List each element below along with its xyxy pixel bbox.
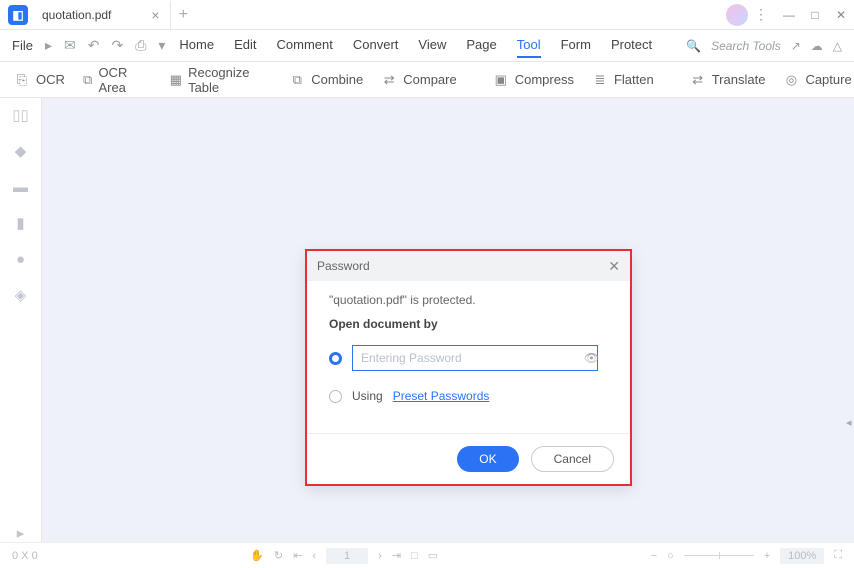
app-icon: ◧ xyxy=(8,5,28,25)
ribbon-tabs: Home Edit Comment Convert View Page Tool… xyxy=(179,33,652,58)
bookmark-icon[interactable]: ◆ xyxy=(12,142,30,160)
ribbon-tab-comment[interactable]: Comment xyxy=(277,33,333,58)
ocr-icon: ⎘ xyxy=(14,72,30,88)
document-tab[interactable]: quotation.pdf × xyxy=(36,1,171,29)
tool-compare[interactable]: ⇄Compare xyxy=(381,72,456,88)
preset-passwords-link[interactable]: Preset Passwords xyxy=(393,389,490,403)
print-dropdown-icon[interactable]: ▾ xyxy=(158,37,165,54)
tool-combine[interactable]: ⧉Combine xyxy=(289,72,363,88)
comment-panel-icon[interactable]: ▬ xyxy=(12,178,30,196)
fit-page-icon[interactable]: □ xyxy=(411,550,418,562)
password-input[interactable] xyxy=(352,345,598,371)
radio-enter-password[interactable] xyxy=(329,352,342,365)
combine-icon: ⧉ xyxy=(289,72,305,88)
layers-icon[interactable]: ◈ xyxy=(12,286,30,304)
dialog-title: Password xyxy=(317,259,370,273)
last-page-icon[interactable]: ⇥ xyxy=(392,549,401,562)
status-bar: 0 X 0 ✋ ↻ ⇤ ‹ 1 › ⇥ □ ▭ − ○ + 100% ⛶ xyxy=(0,542,854,568)
table-icon: ▦ xyxy=(170,72,182,88)
cancel-button[interactable]: Cancel xyxy=(531,446,614,472)
account-avatar[interactable] xyxy=(726,4,748,26)
rotate-icon[interactable]: ↻ xyxy=(274,549,283,562)
ribbon-tab-convert[interactable]: Convert xyxy=(353,33,399,58)
using-label: Using xyxy=(352,389,383,403)
capture-icon: ◎ xyxy=(783,72,799,88)
flatten-icon: ≣ xyxy=(592,72,608,88)
menubar: File ▸ ✉ ↶ ↷ ⎙ ▾ Home Edit Comment Conve… xyxy=(0,30,854,62)
ok-button[interactable]: OK xyxy=(457,446,518,472)
redo-icon[interactable]: ↷ xyxy=(111,37,123,54)
ribbon-tab-page[interactable]: Page xyxy=(466,33,496,58)
prev-page-icon[interactable]: ‹ xyxy=(312,550,316,562)
dialog-close-icon[interactable]: ✕ xyxy=(608,258,620,275)
share-icon[interactable]: ↗ xyxy=(791,39,801,53)
close-tab-icon[interactable]: × xyxy=(151,7,159,23)
next-page-icon[interactable]: › xyxy=(378,550,382,562)
tool-capture[interactable]: ◎Capture xyxy=(783,72,851,88)
page-number[interactable]: 1 xyxy=(326,548,368,564)
mail-icon[interactable]: ✉ xyxy=(64,37,76,54)
document-tab-title: quotation.pdf xyxy=(42,8,111,22)
dialog-message: "quotation.pdf" is protected. xyxy=(329,293,608,307)
zoom-controls: − ○ + 100% ⛶ xyxy=(651,548,842,564)
cursor-position: 0 X 0 xyxy=(12,550,38,562)
zoom-slider[interactable] xyxy=(684,555,754,556)
zoom-out-icon[interactable]: − xyxy=(651,550,657,562)
fit-width-icon[interactable]: ▭ xyxy=(428,549,438,562)
ribbon-tab-home[interactable]: Home xyxy=(179,33,214,58)
hand-tool-icon[interactable]: ✋ xyxy=(250,549,264,562)
search-tools-input[interactable]: Search Tools xyxy=(711,39,781,53)
zoom-reset-icon[interactable]: ○ xyxy=(667,550,674,562)
tool-flatten[interactable]: ≣Flatten xyxy=(592,72,654,88)
undo-icon[interactable]: ↶ xyxy=(88,37,100,54)
thumbnails-icon[interactable]: ▯▯ xyxy=(12,106,30,124)
ribbon-tab-edit[interactable]: Edit xyxy=(234,33,256,58)
ribbon-tab-form[interactable]: Form xyxy=(561,33,591,58)
save-icon[interactable]: ▸ xyxy=(45,37,52,54)
titlebar: ◧ quotation.pdf × + ⋮ — □ ✕ xyxy=(0,0,854,30)
tool-compress[interactable]: ▣Compress xyxy=(493,72,574,88)
file-menu[interactable]: File xyxy=(12,38,33,53)
tool-translate[interactable]: ⇄Translate xyxy=(690,72,766,88)
ocr-area-icon: ⧉ xyxy=(83,72,93,88)
ribbon-tab-view[interactable]: View xyxy=(418,33,446,58)
cloud-icon[interactable]: ☁ xyxy=(811,39,823,53)
page-controls: ✋ ↻ ⇤ ‹ 1 › ⇥ □ ▭ xyxy=(250,548,438,564)
first-page-icon[interactable]: ⇤ xyxy=(293,549,302,562)
radio-preset-passwords[interactable] xyxy=(329,390,342,403)
print-icon[interactable]: ⎙ xyxy=(135,37,146,54)
new-tab-button[interactable]: + xyxy=(179,6,188,24)
compare-icon: ⇄ xyxy=(381,72,397,88)
zoom-in-icon[interactable]: + xyxy=(764,550,770,562)
panel-toggle-right-icon[interactable]: ◂ xyxy=(846,416,854,430)
ribbon-tab-tool[interactable]: Tool xyxy=(517,33,541,58)
maximize-button[interactable]: □ xyxy=(802,2,828,28)
tool-recognize-table[interactable]: ▦Recognize Table xyxy=(170,65,253,95)
dialog-header: Password ✕ xyxy=(307,251,630,281)
close-window-button[interactable]: ✕ xyxy=(828,2,854,28)
zoom-percent[interactable]: 100% xyxy=(780,548,824,564)
kebab-menu-icon[interactable]: ⋮ xyxy=(754,6,768,23)
left-sidebar: ▯▯ ◆ ▬ ▮ ● ◈ ▸ xyxy=(0,98,42,542)
document-canvas: ◂ Password ✕ "quotation.pdf" is protecte… xyxy=(42,98,854,542)
tool-ocr[interactable]: ⎘OCR xyxy=(14,72,65,88)
fullscreen-icon[interactable]: ⛶ xyxy=(834,549,842,562)
tool-toolbar: ⎘OCR ⧉OCR Area ▦Recognize Table ⧉Combine… xyxy=(0,62,854,98)
open-document-by-label: Open document by xyxy=(329,317,608,331)
chevron-right-icon[interactable]: ▸ xyxy=(12,524,30,542)
tool-ocr-area[interactable]: ⧉OCR Area xyxy=(83,65,134,95)
compress-icon: ▣ xyxy=(493,72,509,88)
password-dialog: Password ✕ "quotation.pdf" is protected.… xyxy=(305,249,632,486)
attachments-icon[interactable]: ▮ xyxy=(12,214,30,232)
menu-collapse-icon[interactable]: △ xyxy=(833,39,842,53)
minimize-button[interactable]: — xyxy=(776,2,802,28)
ribbon-tab-protect[interactable]: Protect xyxy=(611,33,652,58)
search-icon[interactable]: 🔍 xyxy=(686,39,701,53)
fields-icon[interactable]: ● xyxy=(12,250,30,268)
translate-icon: ⇄ xyxy=(690,72,706,88)
content-area: ▯▯ ◆ ▬ ▮ ● ◈ ▸ ◂ Password ✕ "quotation.p… xyxy=(0,98,854,542)
